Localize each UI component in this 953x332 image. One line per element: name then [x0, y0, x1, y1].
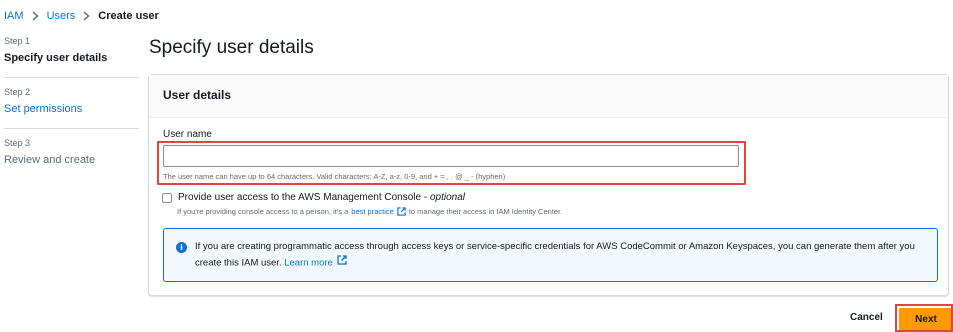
console-access-checkbox[interactable] — [162, 193, 172, 203]
next-button[interactable]: Next — [899, 308, 953, 330]
breadcrumb: IAM Users Create user — [4, 8, 159, 24]
console-desc-suffix: to manage their access in IAM Identity C… — [408, 207, 563, 216]
container-header: User details — [149, 75, 948, 118]
container-body: User name — [149, 118, 948, 140]
step-number: Step 1 — [4, 36, 31, 46]
chevron-right-icon — [83, 11, 90, 21]
step-link-set-permissions[interactable]: Set permissions — [4, 101, 139, 117]
learn-more-link[interactable]: Learn more — [284, 258, 333, 269]
step-2: Step 2 Set permissions — [4, 87, 139, 129]
info-icon: i — [176, 242, 187, 253]
step-title-review-and-create: Review and create — [4, 154, 96, 166]
external-link-icon — [397, 207, 406, 216]
info-alert-text: If you are creating programmatic access … — [195, 239, 927, 273]
cancel-button[interactable]: Cancel — [850, 312, 883, 323]
container-title: User details — [163, 88, 232, 102]
wizard-steps: Step 1 Specify user details Step 2 Set p… — [4, 36, 139, 189]
step-number: Step 2 — [4, 87, 31, 97]
chevron-right-icon — [32, 11, 39, 21]
step-number: Step 3 — [4, 138, 31, 148]
breadcrumb-iam[interactable]: IAM — [4, 10, 24, 22]
username-label: User name — [163, 129, 212, 140]
console-access-description: If you're providing console access to a … — [177, 207, 562, 216]
best-practice-link[interactable]: best practice — [351, 207, 394, 216]
info-alert: i If you are creating programmatic acces… — [163, 228, 938, 282]
username-constraint-text: The user name can have up to 64 characte… — [163, 172, 506, 181]
console-desc-prefix: If you're providing console access to a … — [177, 207, 349, 216]
step-3: Step 3 Review and create — [4, 138, 139, 180]
page-title: Specify user details — [149, 37, 314, 58]
console-access-option[interactable]: Provide user access to the AWS Managemen… — [162, 192, 465, 204]
breadcrumb-create-user: Create user — [98, 10, 159, 22]
step-1: Step 1 Specify user details — [4, 36, 139, 78]
console-access-label[interactable]: Provide user access to the AWS Managemen… — [178, 192, 465, 204]
external-link-icon — [337, 255, 348, 271]
step-title-specify-user-details: Specify user details — [4, 52, 108, 64]
username-input[interactable] — [163, 145, 739, 167]
breadcrumb-users[interactable]: Users — [47, 10, 76, 22]
